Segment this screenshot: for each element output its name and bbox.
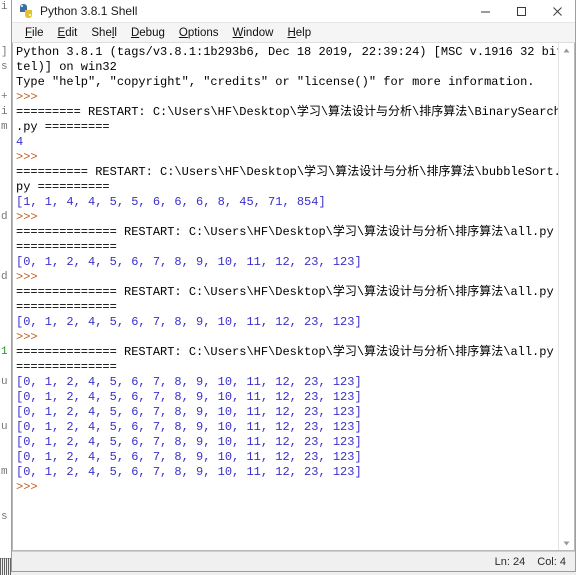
scrollbar-thumb[interactable] (561, 58, 572, 528)
shell-source-line: Python 3.8.1 (tags/v3.8.1:1b293b6, Dec 1… (16, 45, 558, 59)
close-button[interactable] (539, 0, 575, 22)
status-bar: Ln: 24 Col: 4 (12, 551, 575, 571)
window-title: Python 3.8.1 Shell (40, 4, 138, 18)
shell-output-line: [0, 1, 2, 4, 5, 6, 7, 8, 9, 10, 11, 12, … (16, 405, 362, 419)
shell-source-line: ============== RESTART: C:\Users\HF\Desk… (16, 345, 554, 359)
shell-prompt-line: >>> (16, 330, 38, 344)
shell-text-area[interactable]: Python 3.8.1 (tags/v3.8.1:1b293b6, Dec 1… (12, 43, 575, 551)
minimize-button[interactable] (467, 0, 503, 22)
shell-source-line: Type "help", "copyright", "credits" or "… (16, 75, 535, 89)
shell-source-line: ============== (16, 300, 117, 314)
title-bar[interactable]: Python 3.8.1 Shell (12, 0, 575, 23)
shell-output[interactable]: Python 3.8.1 (tags/v3.8.1:1b293b6, Dec 1… (13, 43, 558, 550)
shell-prompt-line: >>> (16, 150, 38, 164)
scroll-up-arrow-icon[interactable] (559, 43, 574, 57)
shell-output-line: [0, 1, 2, 4, 5, 6, 7, 8, 9, 10, 11, 12, … (16, 390, 362, 404)
shell-output-line: [0, 1, 2, 4, 5, 6, 7, 8, 9, 10, 11, 12, … (16, 255, 362, 269)
shell-source-line: ========== RESTART: C:\Users\HF\Desktop\… (16, 165, 558, 179)
shell-output-line: [0, 1, 2, 4, 5, 6, 7, 8, 9, 10, 11, 12, … (16, 315, 362, 329)
shell-prompt-line: >>> (16, 90, 38, 104)
menu-item-help[interactable]: Help (280, 26, 318, 40)
menu-item-file[interactable]: File (18, 26, 51, 40)
shell-source-line: ========= RESTART: C:\Users\HF\Desktop\学… (16, 105, 558, 119)
scroll-down-arrow-icon[interactable] (559, 536, 574, 550)
shell-output-line: 4 (16, 135, 24, 149)
status-line-number: Ln: 24 (494, 555, 526, 568)
shell-prompt-line: >>> (16, 270, 38, 284)
shell-output-line: [0, 1, 2, 4, 5, 6, 7, 8, 9, 10, 11, 12, … (16, 465, 362, 479)
menu-item-window[interactable]: Window (226, 26, 281, 40)
python-idle-shell-window: Python 3.8.1 Shell File Edit Shell Debug Opt… (11, 0, 576, 572)
shell-source-line: py ========== (16, 180, 110, 194)
menu-item-debug[interactable]: Debug (124, 26, 172, 40)
shell-prompt-line: >>> (16, 480, 38, 494)
maximize-button[interactable] (503, 0, 539, 22)
shell-output-line: [1, 1, 4, 4, 5, 5, 6, 6, 6, 8, 45, 71, 8… (16, 195, 326, 209)
shell-source-line: ============== (16, 240, 117, 254)
desktop-background: i]s+imdd1uumsm py a.c (v3 a.c/ a. mad, a… (0, 0, 576, 575)
shell-source-line: ============== RESTART: C:\Users\HF\Desk… (16, 285, 554, 299)
shell-output-line: [0, 1, 2, 4, 5, 6, 7, 8, 9, 10, 11, 12, … (16, 435, 362, 449)
shell-source-line: tel)] on win32 (16, 60, 117, 74)
vertical-scrollbar[interactable] (558, 43, 574, 550)
shell-prompt-line: >>> (16, 210, 38, 224)
shell-source-line: ============== RESTART: C:\Users\HF\Desk… (16, 225, 554, 239)
python-logo-icon (18, 3, 34, 19)
shell-source-line: ============== (16, 360, 117, 374)
shell-output-line: [0, 1, 2, 4, 5, 6, 7, 8, 9, 10, 11, 12, … (16, 450, 362, 464)
window-controls (467, 0, 575, 22)
menu-item-edit[interactable]: Edit (51, 26, 85, 40)
status-column-number: Col: 4 (537, 555, 566, 568)
shell-source-line: .py ========= (16, 120, 110, 134)
shell-output-line: [0, 1, 2, 4, 5, 6, 7, 8, 9, 10, 11, 12, … (16, 420, 362, 434)
menu-item-shell[interactable]: Shell (84, 26, 124, 40)
menu-item-options[interactable]: Options (172, 26, 226, 40)
menu-bar: File Edit Shell Debug Options Window Help (12, 23, 575, 43)
shell-output-line: [0, 1, 2, 4, 5, 6, 7, 8, 9, 10, 11, 12, … (16, 375, 362, 389)
